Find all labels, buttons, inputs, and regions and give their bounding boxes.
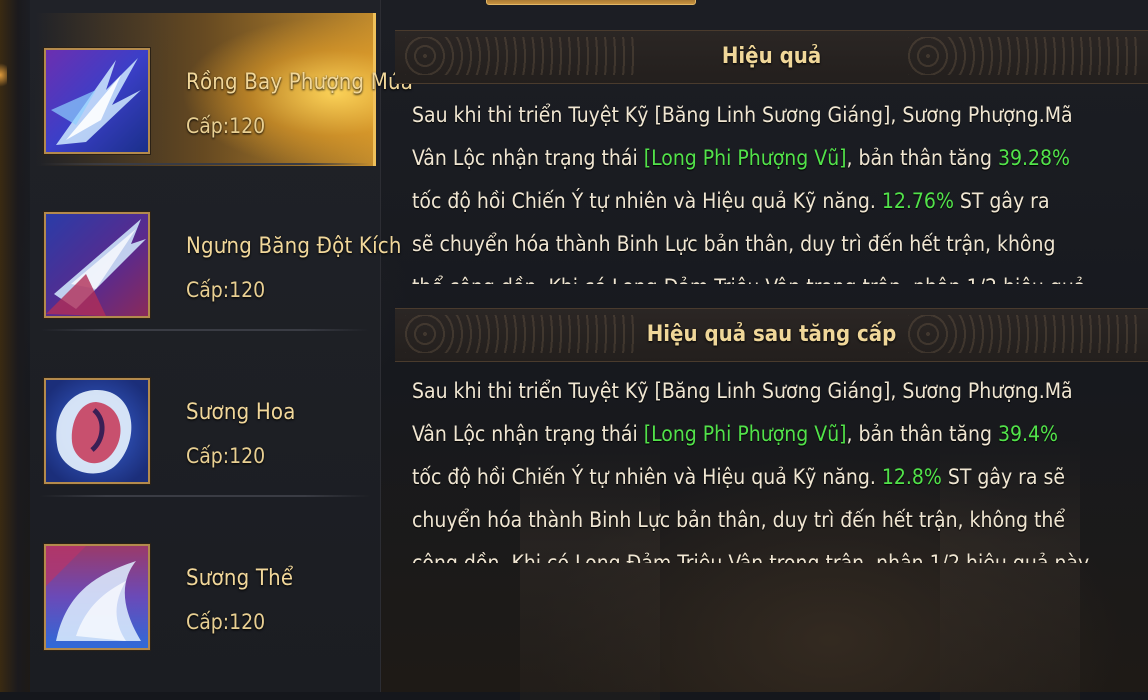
dragon-phoenix-dance-icon xyxy=(44,48,150,154)
effect-line: Sau khi thi triển Tuyệt Kỹ [Băng Linh Sư… xyxy=(412,103,1073,127)
effect-title: Hiệu quả xyxy=(721,44,822,69)
skill-name: Sương Hoa xyxy=(186,400,296,425)
value-highlight: 12.8% xyxy=(881,465,942,489)
skill-list: Rồng Bay Phượng Múa Cấp:120 Ngưng Băng Đ… xyxy=(30,0,413,692)
effect-line: chuyển hóa thành Binh Lực bản thân, duy … xyxy=(412,508,1065,532)
divider xyxy=(40,495,370,497)
upgrade-effect-description[interactable]: Sau khi thi triển Tuyệt Kỹ [Băng Linh Sư… xyxy=(412,370,1092,563)
skill-name: Rồng Bay Phượng Múa xyxy=(186,70,414,95)
skill-item-suong-the[interactable]: Sương Thể Cấp:120 xyxy=(30,498,380,663)
effect-description[interactable]: Sau khi thi triển Tuyệt Kỹ [Băng Linh Sư… xyxy=(412,94,1092,284)
value-highlight: 12.76% xyxy=(881,189,954,213)
ember-decoration xyxy=(0,62,7,88)
status-name: [Long Phi Phượng Vũ] xyxy=(643,146,847,170)
text: Vân Lộc nhận trạng thái xyxy=(412,422,644,446)
upgrade-effect-header: Hiệu quả sau tăng cấp xyxy=(395,308,1148,362)
effect-line: Vân Lộc nhận trạng thái [Long Phi Phượng… xyxy=(412,413,1092,456)
effect-line: tốc độ hồi Chiến Ý tự nhiên và Hiệu quả … xyxy=(412,180,1092,223)
upgrade-effect-title: Hiệu quả sau tăng cấp xyxy=(646,322,897,347)
status-name: [Long Phi Phượng Vũ] xyxy=(643,422,847,446)
frost-body-icon xyxy=(44,544,150,650)
top-tab-edge xyxy=(486,0,696,5)
effect-line: thể cộng dồn. Khi có Long Đảm Triệu Vân … xyxy=(412,266,1092,284)
skill-name: Sương Thể xyxy=(186,566,294,591)
text: ST gây ra sẽ xyxy=(941,465,1065,489)
frost-flower-icon xyxy=(44,378,150,484)
skill-item-suong-hoa[interactable]: Sương Hoa Cấp:120 xyxy=(30,332,380,497)
value-highlight: 39.28% xyxy=(997,146,1071,170)
left-border xyxy=(0,0,30,692)
effect-line: tốc độ hồi Chiến Ý tự nhiên và Hiệu quả … xyxy=(412,456,1092,499)
text: , bản thân tăng xyxy=(846,422,998,446)
skill-level: Cấp:120 xyxy=(186,444,266,468)
skill-item-rong-bay-phuong-mua[interactable]: Rồng Bay Phượng Múa Cấp:120 xyxy=(30,0,413,166)
effect-line: Sau khi thi triển Tuyệt Kỹ [Băng Linh Sư… xyxy=(412,379,1073,403)
divider xyxy=(40,329,370,331)
frozen-assault-icon xyxy=(44,212,150,318)
value-highlight: 39.4% xyxy=(997,422,1058,446)
text: Vân Lộc nhận trạng thái xyxy=(412,146,644,170)
skill-level: Cấp:120 xyxy=(186,114,266,138)
text: ST gây ra xyxy=(953,189,1050,213)
skill-level: Cấp:120 xyxy=(186,610,266,634)
skill-item-ngung-bang-dot-kich[interactable]: Ngưng Băng Đột Kích Cấp:120 xyxy=(30,166,401,331)
text: tốc độ hồi Chiến Ý tự nhiên và Hiệu quả … xyxy=(412,465,882,489)
divider xyxy=(40,163,370,165)
effect-line: cộng dồn. Khi có Long Đảm Triệu Vân tron… xyxy=(412,551,1090,563)
text: tốc độ hồi Chiến Ý tự nhiên và Hiệu quả … xyxy=(412,189,882,213)
effect-header: Hiệu quả xyxy=(395,30,1148,84)
skill-name: Ngưng Băng Đột Kích xyxy=(186,234,402,259)
skill-level: Cấp:120 xyxy=(186,278,266,302)
effect-line: sẽ chuyển hóa thành Binh Lực bản thân, d… xyxy=(412,232,1056,256)
text: , bản thân tăng xyxy=(846,146,998,170)
effect-line: Vân Lộc nhận trạng thái [Long Phi Phượng… xyxy=(412,137,1092,180)
